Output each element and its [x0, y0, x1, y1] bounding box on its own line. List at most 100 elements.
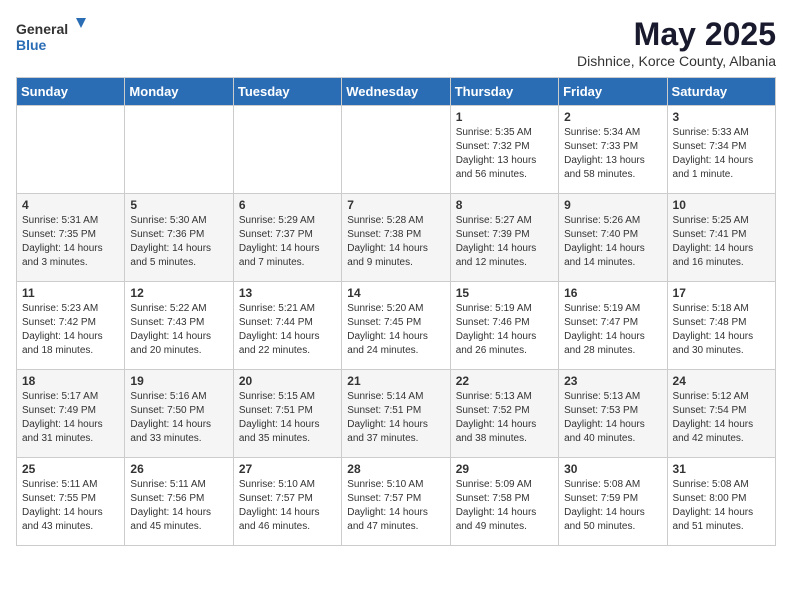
week-row-4: 18 Sunrise: 5:17 AMSunset: 7:49 PMDayligh…: [17, 370, 776, 458]
day-info: Sunrise: 5:30 AMSunset: 7:36 PMDaylight:…: [130, 214, 227, 270]
day-number: 23: [564, 374, 661, 388]
day-info: Sunrise: 5:09 AMSunset: 7:58 PMDaylight:…: [456, 478, 553, 534]
calendar-cell: 18 Sunrise: 5:17 AMSunset: 7:49 PMDayligh…: [17, 370, 125, 458]
calendar-cell: 4 Sunrise: 5:31 AMSunset: 7:35 PMDaylight…: [17, 194, 125, 282]
day-info: Sunrise: 5:19 AMSunset: 7:46 PMDaylight:…: [456, 302, 553, 358]
svg-text:General: General: [16, 21, 68, 37]
day-number: 1: [456, 110, 553, 124]
day-number: 9: [564, 198, 661, 212]
day-number: 3: [673, 110, 770, 124]
calendar-cell: 27Sunrise: 5:10 AMSunset: 7:57 PMDayligh…: [233, 458, 341, 546]
header-saturday: Saturday: [667, 78, 775, 106]
day-number: 2: [564, 110, 661, 124]
week-row-5: 25 Sunrise: 5:11 AMSunset: 7:55 PMDayligh…: [17, 458, 776, 546]
header-tuesday: Tuesday: [233, 78, 341, 106]
day-info: Sunrise: 5:33 AMSunset: 7:34 PMDaylight:…: [673, 126, 770, 182]
month-title: May 2025: [577, 16, 776, 53]
day-info: Sunrise: 5:19 AMSunset: 7:47 PMDaylight:…: [564, 302, 661, 358]
day-number: 5: [130, 198, 227, 212]
location-subtitle: Dishnice, Korce County, Albania: [577, 53, 776, 69]
day-info: Sunrise: 5:34 AMSunset: 7:33 PMDaylight:…: [564, 126, 661, 182]
calendar-cell: 25 Sunrise: 5:11 AMSunset: 7:55 PMDayligh…: [17, 458, 125, 546]
day-number: 30: [564, 462, 661, 476]
header-monday: Monday: [125, 78, 233, 106]
day-number: 21: [347, 374, 444, 388]
day-number: 31: [673, 462, 770, 476]
day-info: Sunrise: 5:25 AMSunset: 7:41 PMDaylight:…: [673, 214, 770, 270]
calendar-cell: 17Sunrise: 5:18 AMSunset: 7:48 PMDayligh…: [667, 282, 775, 370]
day-number: 4: [22, 198, 119, 212]
calendar-cell: [125, 106, 233, 194]
day-number: 7: [347, 198, 444, 212]
calendar-cell: 10Sunrise: 5:25 AMSunset: 7:41 PMDayligh…: [667, 194, 775, 282]
day-number: 29: [456, 462, 553, 476]
day-info: Sunrise: 5:11 AMSunset: 7:55 PMDaylight:…: [22, 478, 119, 534]
calendar-cell: 3 Sunrise: 5:33 AMSunset: 7:34 PMDaylight…: [667, 106, 775, 194]
day-info: Sunrise: 5:17 AMSunset: 7:49 PMDaylight:…: [22, 390, 119, 446]
logo: GeneralBlue: [16, 16, 86, 56]
calendar-cell: 31 Sunrise: 5:08 AMSunset: 8:00 PMDayligh…: [667, 458, 775, 546]
day-info: Sunrise: 5:10 AMSunset: 7:57 PMDaylight:…: [347, 478, 444, 534]
logo-svg: GeneralBlue: [16, 16, 86, 56]
day-number: 16: [564, 286, 661, 300]
day-number: 11: [22, 286, 119, 300]
day-info: Sunrise: 5:21 AMSunset: 7:44 PMDaylight:…: [239, 302, 336, 358]
calendar-cell: [17, 106, 125, 194]
calendar-cell: 23 Sunrise: 5:13 AMSunset: 7:53 PMDayligh…: [559, 370, 667, 458]
calendar-cell: 14 Sunrise: 5:20 AMSunset: 7:45 PMDayligh…: [342, 282, 450, 370]
day-number: 27: [239, 462, 336, 476]
day-number: 14: [347, 286, 444, 300]
header-friday: Friday: [559, 78, 667, 106]
calendar-cell: 28 Sunrise: 5:10 AMSunset: 7:57 PMDayligh…: [342, 458, 450, 546]
day-info: Sunrise: 5:28 AMSunset: 7:38 PMDaylight:…: [347, 214, 444, 270]
day-number: 15: [456, 286, 553, 300]
day-info: Sunrise: 5:12 AMSunset: 7:54 PMDaylight:…: [673, 390, 770, 446]
day-info: Sunrise: 5:11 AMSunset: 7:56 PMDaylight:…: [130, 478, 227, 534]
day-number: 22: [456, 374, 553, 388]
day-number: 20: [239, 374, 336, 388]
calendar-cell: 16 Sunrise: 5:19 AMSunset: 7:47 PMDayligh…: [559, 282, 667, 370]
day-info: Sunrise: 5:13 AMSunset: 7:52 PMDaylight:…: [456, 390, 553, 446]
day-info: Sunrise: 5:26 AMSunset: 7:40 PMDaylight:…: [564, 214, 661, 270]
day-info: Sunrise: 5:20 AMSunset: 7:45 PMDaylight:…: [347, 302, 444, 358]
week-row-2: 4 Sunrise: 5:31 AMSunset: 7:35 PMDaylight…: [17, 194, 776, 282]
day-number: 26: [130, 462, 227, 476]
day-info: Sunrise: 5:22 AMSunset: 7:43 PMDaylight:…: [130, 302, 227, 358]
day-info: Sunrise: 5:31 AMSunset: 7:35 PMDaylight:…: [22, 214, 119, 270]
header-row: SundayMondayTuesdayWednesdayThursdayFrid…: [17, 78, 776, 106]
calendar-cell: 2 Sunrise: 5:34 AMSunset: 7:33 PMDaylight…: [559, 106, 667, 194]
day-number: 8: [456, 198, 553, 212]
day-info: Sunrise: 5:13 AMSunset: 7:53 PMDaylight:…: [564, 390, 661, 446]
day-number: 25: [22, 462, 119, 476]
calendar-cell: 9 Sunrise: 5:26 AMSunset: 7:40 PMDaylight…: [559, 194, 667, 282]
day-info: Sunrise: 5:18 AMSunset: 7:48 PMDaylight:…: [673, 302, 770, 358]
calendar-cell: 24 Sunrise: 5:12 AMSunset: 7:54 PMDayligh…: [667, 370, 775, 458]
day-info: Sunrise: 5:08 AMSunset: 7:59 PMDaylight:…: [564, 478, 661, 534]
day-info: Sunrise: 5:14 AMSunset: 7:51 PMDaylight:…: [347, 390, 444, 446]
title-block: May 2025 Dishnice, Korce County, Albania: [577, 16, 776, 69]
calendar-cell: 1Sunrise: 5:35 AMSunset: 7:32 PMDaylight…: [450, 106, 558, 194]
calendar-cell: 20Sunrise: 5:15 AMSunset: 7:51 PMDayligh…: [233, 370, 341, 458]
day-info: Sunrise: 5:16 AMSunset: 7:50 PMDaylight:…: [130, 390, 227, 446]
day-info: Sunrise: 5:08 AMSunset: 8:00 PMDaylight:…: [673, 478, 770, 534]
calendar-cell: 19 Sunrise: 5:16 AMSunset: 7:50 PMDayligh…: [125, 370, 233, 458]
day-number: 19: [130, 374, 227, 388]
page-header: GeneralBlue May 2025 Dishnice, Korce Cou…: [16, 16, 776, 69]
day-number: 24: [673, 374, 770, 388]
calendar-cell: 21 Sunrise: 5:14 AMSunset: 7:51 PMDayligh…: [342, 370, 450, 458]
day-info: Sunrise: 5:23 AMSunset: 7:42 PMDaylight:…: [22, 302, 119, 358]
calendar-cell: 11 Sunrise: 5:23 AMSunset: 7:42 PMDayligh…: [17, 282, 125, 370]
calendar-cell: 8 Sunrise: 5:27 AMSunset: 7:39 PMDaylight…: [450, 194, 558, 282]
calendar-cell: [342, 106, 450, 194]
day-number: 12: [130, 286, 227, 300]
day-number: 28: [347, 462, 444, 476]
header-wednesday: Wednesday: [342, 78, 450, 106]
calendar-cell: 29 Sunrise: 5:09 AMSunset: 7:58 PMDayligh…: [450, 458, 558, 546]
day-info: Sunrise: 5:27 AMSunset: 7:39 PMDaylight:…: [456, 214, 553, 270]
day-number: 18: [22, 374, 119, 388]
calendar-cell: 15 Sunrise: 5:19 AMSunset: 7:46 PMDayligh…: [450, 282, 558, 370]
calendar-cell: 22 Sunrise: 5:13 AMSunset: 7:52 PMDayligh…: [450, 370, 558, 458]
calendar-cell: 13Sunrise: 5:21 AMSunset: 7:44 PMDayligh…: [233, 282, 341, 370]
header-sunday: Sunday: [17, 78, 125, 106]
week-row-3: 11 Sunrise: 5:23 AMSunset: 7:42 PMDayligh…: [17, 282, 776, 370]
